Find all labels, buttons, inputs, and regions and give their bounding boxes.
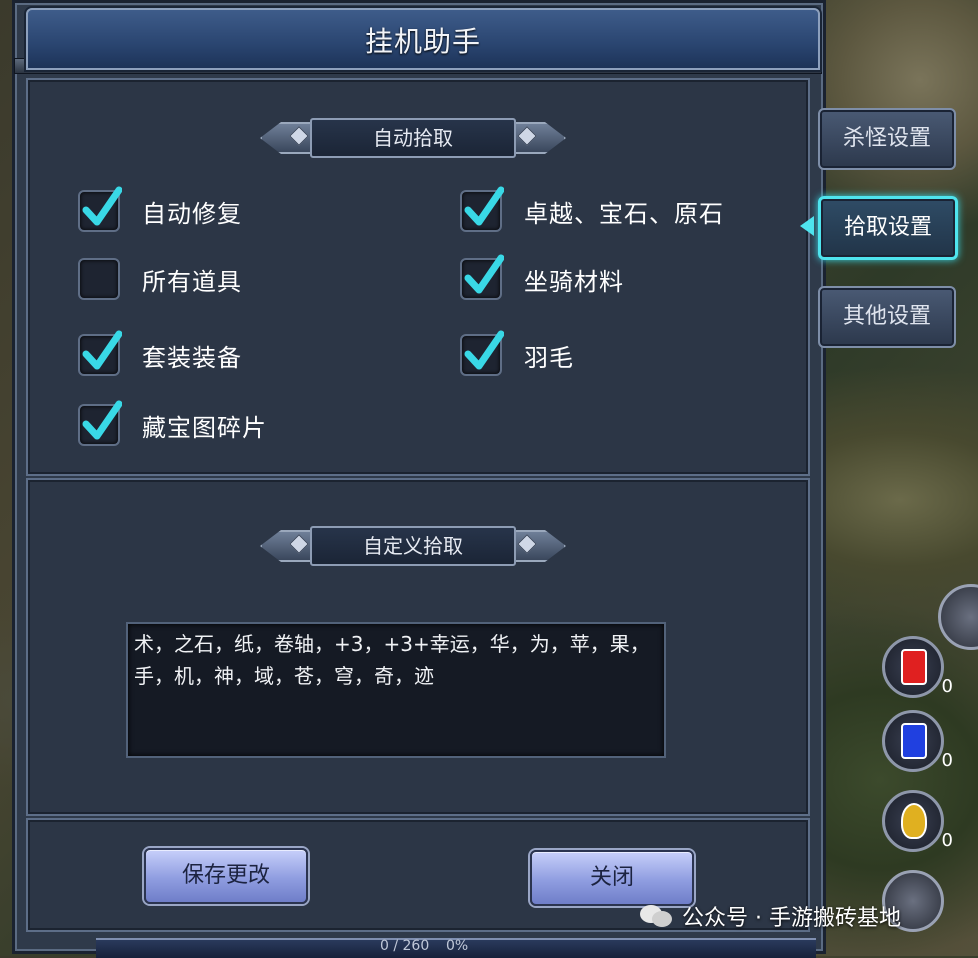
checkbox-feathers[interactable]: 羽毛 xyxy=(460,330,574,376)
yellow-potion-slot[interactable]: 0 xyxy=(882,790,953,852)
status-bar: 0 / 260 0% xyxy=(96,938,816,958)
checkbox-box[interactable] xyxy=(78,186,122,232)
custom-pickup-textarea[interactable]: 术，之石，纸，卷轴，+3，+3+幸运，华，为，苹，果，手，机，神，域，苍，穹，奇… xyxy=(126,622,666,758)
checkmark-icon xyxy=(82,400,122,440)
checkbox-label: 羽毛 xyxy=(524,343,574,372)
checkbox-mount-materials[interactable]: 坐骑材料 xyxy=(460,254,624,300)
red-potion-slot[interactable]: 0 xyxy=(882,636,953,698)
checkmark-icon xyxy=(82,186,122,226)
checkbox-label: 所有道具 xyxy=(142,267,242,296)
red-potion-icon xyxy=(901,649,927,685)
watermark-text: 公众号 · 手游搬砖基地 xyxy=(682,906,901,931)
exp-percent: 0% xyxy=(446,938,469,954)
custom-pickup-header: 自定义拾取 xyxy=(260,522,566,568)
checkbox-box[interactable] xyxy=(78,400,122,446)
wechat-icon xyxy=(640,903,674,929)
checkbox-box[interactable] xyxy=(460,254,504,300)
checkbox-label: 套装装备 xyxy=(142,343,242,372)
potion-count: 0 xyxy=(941,830,953,851)
potion-count: 0 xyxy=(941,676,953,697)
window-title: 挂机助手 xyxy=(364,25,481,58)
checkbox-set-equipment[interactable]: 套装装备 xyxy=(78,330,242,376)
tab-pickup-settings[interactable]: 拾取设置 xyxy=(818,196,958,260)
watermark: 公众号 · 手游搬砖基地 xyxy=(640,900,901,932)
tab-other-settings[interactable]: 其他设置 xyxy=(818,286,956,348)
checkbox-box[interactable] xyxy=(78,258,120,300)
close-button[interactable]: 关闭 xyxy=(530,850,694,906)
checkbox-label: 坐骑材料 xyxy=(524,267,624,296)
checkmark-icon xyxy=(464,254,504,294)
yellow-potion-icon xyxy=(901,803,927,839)
blue-potion-icon xyxy=(901,723,927,759)
checkbox-box[interactable] xyxy=(78,330,122,376)
checkmark-icon xyxy=(464,330,504,370)
checkmark-icon xyxy=(82,330,122,370)
checkbox-auto-repair[interactable]: 自动修复 xyxy=(78,186,242,232)
checkbox-box[interactable] xyxy=(460,330,504,376)
potion-count: 0 xyxy=(941,750,953,771)
custom-pickup-title: 自定义拾取 xyxy=(310,526,516,566)
exp-text: 0 / 260 xyxy=(380,938,430,954)
active-tab-arrow-icon xyxy=(800,216,814,236)
checkbox-excellent-gems-ore[interactable]: 卓越、宝石、原石 xyxy=(460,186,724,232)
auto-pickup-title: 自动拾取 xyxy=(310,118,516,158)
checkbox-label: 藏宝图碎片 xyxy=(142,413,267,442)
auto-pickup-header: 自动拾取 xyxy=(260,114,566,160)
checkbox-all-items[interactable]: 所有道具 xyxy=(78,258,242,300)
checkbox-treasure-map-fragments[interactable]: 藏宝图碎片 xyxy=(78,400,267,446)
checkbox-label: 卓越、宝石、原石 xyxy=(524,199,724,228)
checkbox-box[interactable] xyxy=(460,186,504,232)
tab-monster-settings[interactable]: 杀怪设置 xyxy=(818,108,956,170)
checkbox-label: 自动修复 xyxy=(142,199,242,228)
title-bar: 挂机助手 xyxy=(26,8,820,70)
blue-potion-slot[interactable]: 0 xyxy=(882,710,953,772)
checkmark-icon xyxy=(464,186,504,226)
save-changes-button[interactable]: 保存更改 xyxy=(144,848,308,904)
